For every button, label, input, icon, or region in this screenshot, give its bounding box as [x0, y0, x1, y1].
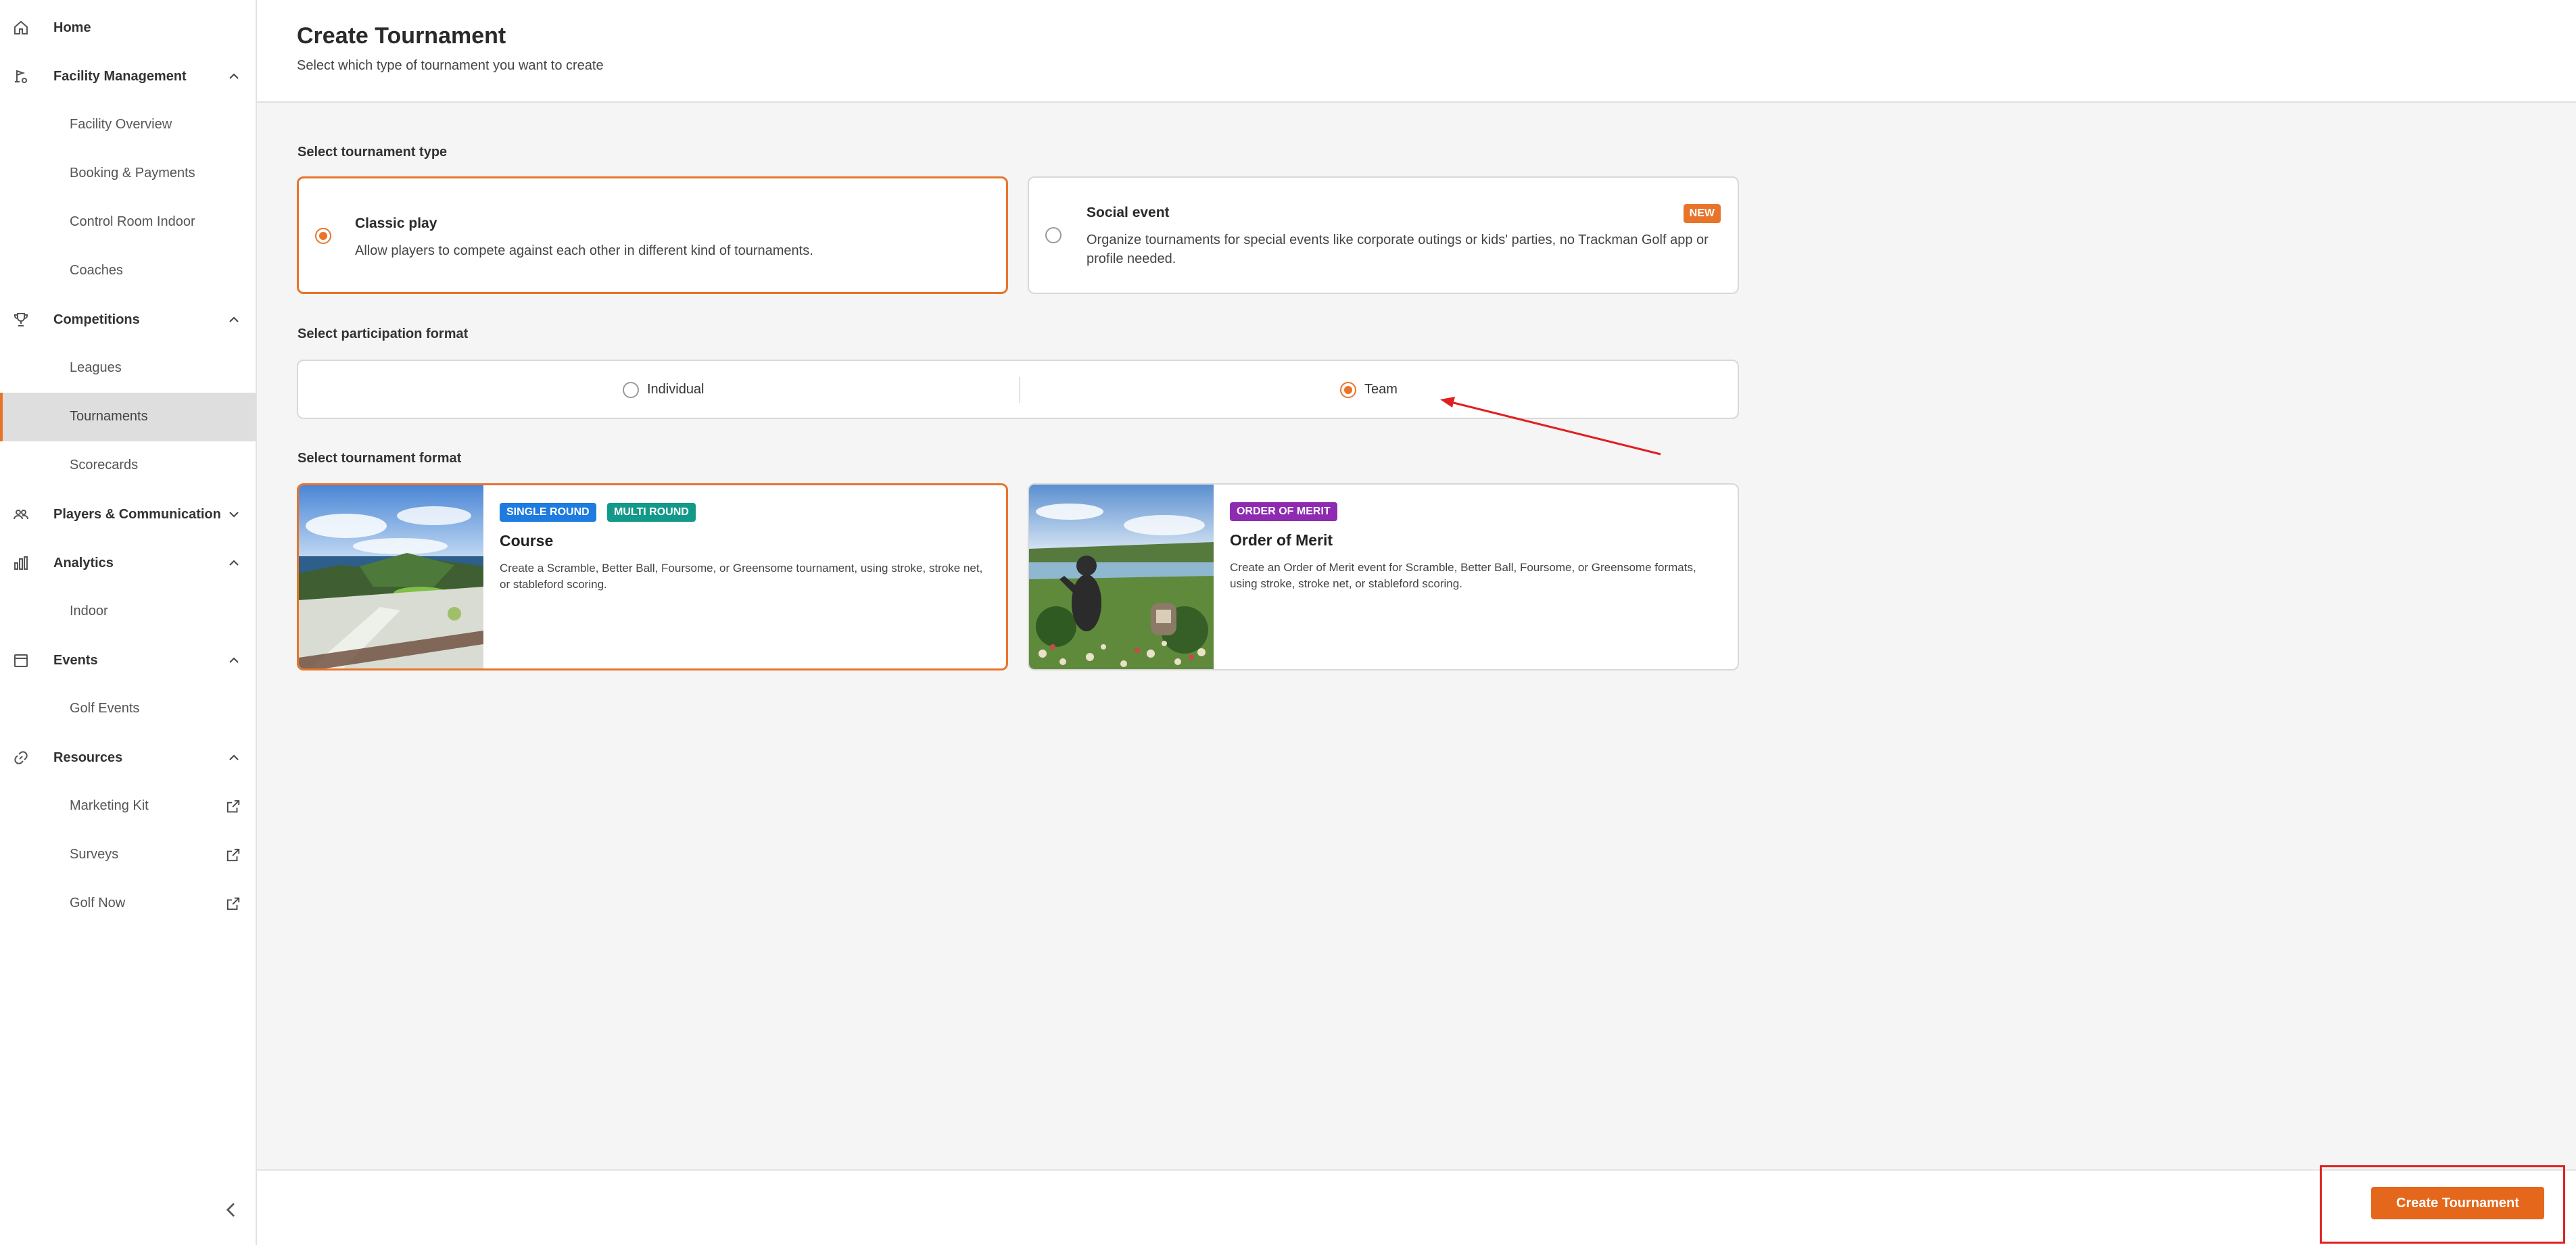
facility-icon	[12, 68, 30, 85]
calendar-icon	[12, 652, 30, 669]
sidebar-item-label: Resources	[53, 750, 123, 765]
team-label: Team	[1364, 382, 1398, 397]
sidebar-item-players-communication[interactable]: Players & Communication	[0, 490, 256, 539]
sidebar-item-resources[interactable]: Resources	[0, 733, 256, 782]
sidebar-item-label: Analytics	[53, 555, 114, 570]
sidebar-item-events[interactable]: Events	[0, 636, 256, 685]
sidebar-item-label: Coaches	[70, 263, 123, 278]
sidebar-item-label: Home	[53, 20, 91, 35]
sidebar-item-competitions[interactable]: Competitions	[0, 295, 256, 344]
sidebar-item-label: Golf Now	[70, 896, 126, 910]
card-title: Order of Merit	[1230, 531, 1333, 549]
sidebar-item-surveys[interactable]: Surveys	[0, 831, 256, 879]
sidebar-item-label: Events	[53, 652, 98, 668]
card-description: Create an Order of Merit event for Scram…	[1230, 561, 1696, 590]
sidebar-item-facility-management[interactable]: Facility Management	[0, 52, 256, 101]
individual-label: Individual	[647, 382, 705, 397]
sidebar-item-label: Scorecards	[70, 458, 139, 472]
sidebar-item-label: Indoor	[70, 604, 108, 618]
sidebar-item-label: Facility Overview	[70, 117, 172, 132]
home-icon	[12, 19, 30, 36]
card-title: Social event	[1087, 205, 1170, 220]
card-description: Organize tournaments for special events …	[1087, 233, 1709, 266]
tournament-format-label: Select tournament format	[297, 451, 462, 466]
sidebar-item-golf-events[interactable]: Golf Events	[0, 685, 256, 733]
order-of-merit-image	[1029, 485, 1214, 669]
chevron-up-icon	[226, 312, 242, 328]
external-link-icon	[226, 896, 241, 911]
sidebar-item-indoor[interactable]: Indoor	[0, 587, 256, 636]
sidebar-item-leagues[interactable]: Leagues	[0, 344, 256, 393]
single-round-tag: SINGLE ROUND	[500, 503, 596, 522]
sidebar-item-label: Players & Communication	[53, 506, 221, 522]
external-link-icon	[226, 799, 241, 814]
page-subtitle: Select which type of tournament you want…	[297, 58, 604, 73]
team-option[interactable]: Team	[1340, 381, 1441, 399]
trophy-icon	[12, 311, 30, 328]
social-event-radio[interactable]	[1045, 227, 1062, 243]
sidebar-item-analytics[interactable]: Analytics	[0, 539, 256, 587]
sidebar-item-label: Facility Management	[53, 68, 187, 84]
card-title: Course	[500, 532, 554, 550]
sidebar-item-label: Control Room Indoor	[70, 214, 195, 229]
sidebar: Home Facility Management Facility Overvi…	[0, 0, 257, 1245]
course-image	[299, 485, 483, 668]
sidebar-item-facility-overview[interactable]: Facility Overview	[0, 101, 256, 149]
sidebar-item-label: Marketing Kit	[70, 798, 149, 813]
order-of-merit-format-card[interactable]: ORDER OF MERIT Order of Merit Create an …	[1028, 483, 1739, 670]
chevron-up-icon	[226, 652, 242, 668]
page-header: Create Tournament Select which type of t…	[257, 0, 2576, 103]
classic-play-radio[interactable]	[315, 228, 331, 244]
new-badge: NEW	[1683, 204, 1721, 223]
participation-format-selector: Individual Team	[297, 360, 1739, 419]
sidebar-item-label: Surveys	[70, 847, 119, 862]
chevron-up-icon	[226, 555, 242, 571]
chevron-up-icon	[226, 68, 242, 84]
external-link-icon	[226, 848, 241, 862]
divider	[1019, 377, 1020, 403]
card-description: Allow players to compete against each ot…	[355, 243, 813, 258]
link-icon	[12, 749, 30, 766]
sidebar-item-label: Tournaments	[70, 409, 148, 424]
chevron-up-icon	[226, 750, 242, 766]
sidebar-item-control-room-indoor[interactable]: Control Room Indoor	[0, 198, 256, 247]
classic-play-card[interactable]: Classic play Allow players to compete ag…	[297, 176, 1008, 294]
tournament-type-label: Select tournament type	[297, 145, 448, 160]
collapse-sidebar-button[interactable]	[220, 1199, 242, 1221]
team-radio[interactable]	[1340, 382, 1356, 398]
individual-option[interactable]: Individual	[623, 381, 758, 399]
individual-radio[interactable]	[623, 382, 639, 398]
card-title: Classic play	[355, 216, 437, 231]
card-description: Create a Scramble, Better Ball, Foursome…	[500, 562, 983, 591]
multi-round-tag: MULTI ROUND	[607, 503, 696, 522]
sidebar-item-label: Golf Events	[70, 701, 140, 716]
sidebar-item-marketing-kit[interactable]: Marketing Kit	[0, 782, 256, 831]
sidebar-item-booking-payments[interactable]: Booking & Payments	[0, 149, 256, 198]
course-format-card[interactable]: SINGLE ROUND MULTI ROUND Course Create a…	[297, 483, 1008, 670]
sidebar-item-tournaments[interactable]: Tournaments	[0, 393, 256, 441]
sidebar-item-label: Competitions	[53, 312, 140, 327]
social-event-card[interactable]: Social event Organize tournaments for sp…	[1028, 176, 1739, 294]
sidebar-item-label: Booking & Payments	[70, 166, 195, 180]
sidebar-item-scorecards[interactable]: Scorecards	[0, 441, 256, 490]
sidebar-item-label: Leagues	[70, 360, 122, 375]
order-of-merit-tag: ORDER OF MERIT	[1230, 502, 1337, 521]
people-icon	[12, 506, 30, 523]
page-title: Create Tournament	[297, 23, 506, 49]
annotation-highlight-box	[2320, 1165, 2565, 1244]
participation-format-label: Select participation format	[297, 326, 469, 341]
bar-chart-icon	[12, 554, 30, 572]
footer-bar	[257, 1169, 2576, 1245]
sidebar-item-golf-now[interactable]: Golf Now	[0, 879, 256, 928]
sidebar-item-home[interactable]: Home	[0, 3, 256, 52]
sidebar-item-coaches[interactable]: Coaches	[0, 247, 256, 295]
chevron-down-icon	[226, 506, 242, 522]
